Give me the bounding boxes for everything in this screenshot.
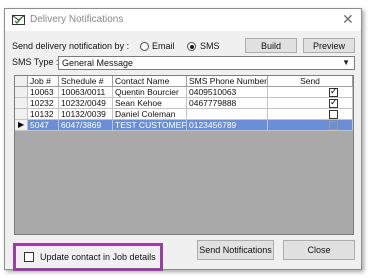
col-sms-phone[interactable]: SMS Phone Number bbox=[187, 76, 268, 87]
sms-type-dropdown[interactable]: General Message ▼ bbox=[58, 56, 355, 70]
table-row[interactable]: 10232 10232/0049 Sean Kehoe 0467779888 bbox=[15, 98, 353, 109]
screenshot-frame: Delivery Notifications ✕ Send delivery n… bbox=[0, 0, 372, 278]
current-row-pointer-icon: ▶ bbox=[18, 120, 25, 129]
phone-cell: 0467779888 bbox=[187, 98, 268, 109]
job-cell: 10232 bbox=[28, 98, 59, 109]
row-header[interactable]: ▶ bbox=[15, 120, 28, 131]
contact-cell: Sean Kehoe bbox=[113, 98, 187, 109]
update-contact-highlight: Update contact in Job details bbox=[13, 243, 163, 271]
row-header-corner bbox=[15, 76, 28, 87]
schedule-cell: 10063/0011 bbox=[59, 87, 113, 98]
col-schedule[interactable]: Schedule # bbox=[59, 76, 113, 87]
send-cell bbox=[268, 98, 353, 109]
chevron-down-icon: ▼ bbox=[342, 58, 350, 67]
col-contact-name[interactable]: Contact Name bbox=[113, 76, 187, 87]
grid-header-row: Job # Schedule # Contact Name SMS Phone … bbox=[15, 76, 353, 87]
sms-type-value: General Message bbox=[62, 58, 134, 68]
send-notifications-button[interactable]: Send Notifications bbox=[197, 240, 274, 260]
window-title: Delivery Notifications bbox=[30, 14, 124, 25]
contact-cell: Quentin Bourcier bbox=[113, 87, 187, 98]
table-row[interactable]: 10063 10063/0011 Quentin Bourcier 040951… bbox=[15, 87, 353, 98]
table-row-selected[interactable]: ▶ 5047 6047/3869 TEST CUSTOMEF 012345678… bbox=[15, 120, 353, 131]
job-cell: 5047 bbox=[28, 120, 59, 131]
close-button[interactable]: Close bbox=[283, 240, 355, 260]
sms-radio[interactable] bbox=[187, 42, 196, 51]
delivery-notifications-dialog: Delivery Notifications ✕ Send delivery n… bbox=[4, 8, 362, 271]
job-cell: 10132 bbox=[28, 109, 59, 120]
close-icon[interactable]: ✕ bbox=[342, 11, 354, 28]
update-contact-checkbox[interactable] bbox=[24, 252, 34, 262]
email-radio[interactable] bbox=[140, 42, 149, 51]
send-by-label: Send delivery notification by : bbox=[12, 41, 130, 51]
send-cell bbox=[268, 87, 353, 98]
send-cell bbox=[268, 109, 353, 120]
preview-button[interactable]: Preview bbox=[303, 38, 355, 53]
build-button[interactable]: Build bbox=[245, 38, 297, 53]
col-job[interactable]: Job # bbox=[28, 76, 59, 87]
sms-type-label: SMS Type : bbox=[12, 57, 59, 67]
send-checkbox[interactable] bbox=[329, 121, 338, 130]
row-header[interactable] bbox=[15, 87, 28, 98]
send-cell bbox=[268, 120, 353, 131]
contact-cell: Daniel Coleman bbox=[113, 109, 187, 120]
update-contact-label: Update contact in Job details bbox=[40, 252, 156, 262]
phone-cell: 0409510063 bbox=[187, 87, 268, 98]
schedule-cell: 10132/0039 bbox=[59, 109, 113, 120]
phone-cell: 0123456789 bbox=[187, 120, 268, 131]
send-checkbox[interactable] bbox=[329, 87, 338, 97]
phone-cell bbox=[187, 109, 268, 120]
col-send[interactable]: Send bbox=[268, 76, 353, 87]
row-header[interactable] bbox=[15, 109, 28, 120]
job-cell: 10063 bbox=[28, 87, 59, 98]
schedule-cell: 6047/3869 bbox=[59, 120, 113, 131]
sms-radio-label: SMS bbox=[200, 41, 220, 51]
email-radio-label: Email bbox=[152, 41, 175, 51]
send-checkbox[interactable] bbox=[329, 98, 338, 108]
title-bar: Delivery Notifications ✕ bbox=[5, 9, 361, 31]
envelope-check-icon bbox=[12, 15, 25, 25]
table-row[interactable]: 10132 10132/0039 Daniel Coleman bbox=[15, 109, 353, 120]
contact-cell: TEST CUSTOMEF bbox=[113, 120, 187, 131]
send-checkbox[interactable] bbox=[329, 110, 338, 119]
schedule-cell: 10232/0049 bbox=[59, 98, 113, 109]
notifications-grid: Job # Schedule # Contact Name SMS Phone … bbox=[14, 75, 354, 235]
row-header[interactable] bbox=[15, 98, 28, 109]
